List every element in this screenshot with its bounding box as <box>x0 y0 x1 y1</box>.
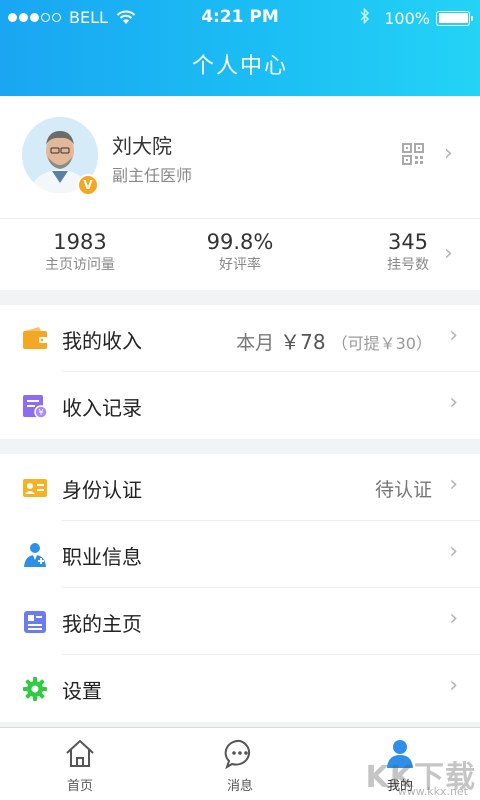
verification-status: 待认证 <box>374 479 432 501</box>
stat-value: 345 <box>387 230 429 254</box>
chevron-right-icon: › <box>449 673 458 698</box>
my-income-label: 我的收入 <box>62 329 142 353</box>
chevron-right-icon: › <box>449 390 458 415</box>
stat-value: 1983 <box>53 230 107 254</box>
my-income-value: 本月 ￥78 （可提￥30） <box>236 326 432 355</box>
chat-bubble-icon <box>224 739 251 770</box>
settings-label: 设置 <box>62 679 102 703</box>
income-records-label: 收入记录 <box>62 396 142 420</box>
battery-icon <box>436 10 473 26</box>
stat-visits[interactable]: 1983 主页访问量 <box>30 229 130 275</box>
doctor-icon <box>24 543 46 567</box>
chevron-right-icon: › <box>449 472 458 497</box>
app-header: BELL 4:21 PM 100% 个人中心 <box>0 0 480 96</box>
chevron-right-icon: › <box>444 241 453 266</box>
doctor-title: 副主任医师 <box>112 166 193 185</box>
gear-icon <box>23 677 47 701</box>
withdrawable-amount: （可提￥30） <box>331 334 432 353</box>
career-info-label: 职业信息 <box>62 545 142 569</box>
income-group: 我的收入 本月 ￥78 （可提￥30） › ¥ 收入记录 › <box>0 305 480 439</box>
account-group: 身份认证 待认证 › 职业信息 › 我的主页 › 设置 › <box>0 454 480 722</box>
chevron-right-icon: › <box>449 539 458 564</box>
identity-verification-item[interactable]: 身份认证 待认证 › <box>0 454 480 521</box>
page-title: 个人中心 <box>191 54 288 79</box>
stat-registrations[interactable]: 345 挂号数 <box>368 229 448 275</box>
income-period: 本月 <box>236 332 275 354</box>
tab-messages-label: 消息 <box>226 779 253 794</box>
income-amount: ￥78 <box>280 330 326 354</box>
tab-home[interactable]: 首页 <box>0 728 160 800</box>
doctor-name: 刘大院 <box>112 134 172 158</box>
chevron-right-icon: › <box>449 606 458 631</box>
identity-verification-label: 身份认证 <box>62 478 142 502</box>
stat-label: 好评率 <box>219 257 261 273</box>
career-info-item[interactable]: 职业信息 › <box>0 521 480 588</box>
record-icon: ¥ <box>23 395 48 419</box>
stats-row[interactable]: 1983 主页访问量 99.8% 好评率 345 挂号数 › <box>0 218 480 290</box>
my-homepage-item[interactable]: 我的主页 › <box>0 588 480 655</box>
watermark-url: www.kkx.net <box>397 785 468 798</box>
tab-bar: 首页 消息 我的 KK下载 www.kkx.net <box>0 727 480 800</box>
stat-rating[interactable]: 99.8% 好评率 <box>190 229 290 275</box>
settings-item[interactable]: 设置 › <box>0 655 480 722</box>
tab-messages[interactable]: 消息 <box>160 728 320 800</box>
homepage-icon <box>24 611 46 633</box>
qr-code-icon[interactable] <box>402 143 424 165</box>
svg-text:¥: ¥ <box>38 408 43 417</box>
stat-label: 主页访问量 <box>45 257 115 273</box>
id-card-icon <box>23 479 47 497</box>
stat-value: 99.8% <box>206 230 274 254</box>
profile-card[interactable]: V 刘大院 副主任医师 › <box>0 96 480 218</box>
chevron-right-icon: › <box>449 323 458 348</box>
battery-percentage: 100% <box>384 8 430 28</box>
bluetooth-icon <box>360 7 370 28</box>
my-homepage-label: 我的主页 <box>62 612 142 636</box>
wallet-icon <box>23 327 47 349</box>
verified-badge: V <box>77 174 99 196</box>
tab-home-label: 首页 <box>66 779 93 794</box>
stat-label: 挂号数 <box>387 257 429 273</box>
chevron-right-icon: › <box>444 141 453 166</box>
status-bar: BELL 4:21 PM 100% <box>0 0 480 34</box>
income-records-item[interactable]: ¥ 收入记录 › <box>0 372 480 439</box>
my-income-item[interactable]: 我的收入 本月 ￥78 （可提￥30） › <box>0 305 480 372</box>
home-icon <box>66 740 94 767</box>
